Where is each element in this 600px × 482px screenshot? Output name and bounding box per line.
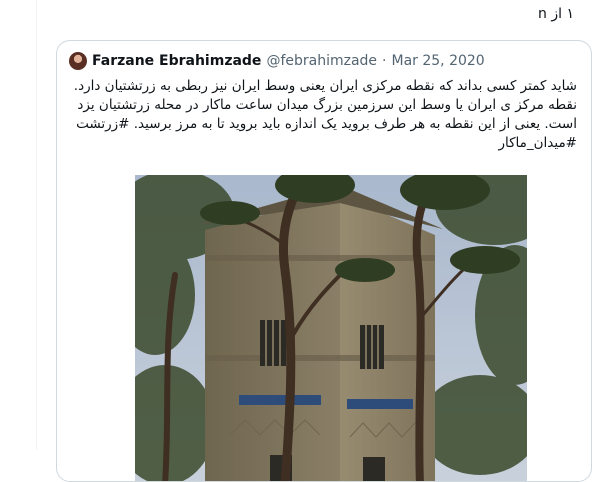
author-avatar[interactable] bbox=[69, 52, 87, 70]
timeline-divider bbox=[36, 0, 37, 450]
tweet-date[interactable]: Mar 25, 2020 bbox=[391, 53, 484, 69]
header-separator: · bbox=[382, 53, 387, 69]
quoted-tweet-header: Farzane Ebrahimzade @febrahimzade · Mar … bbox=[57, 41, 591, 71]
author-handle[interactable]: @febrahimzade bbox=[266, 53, 377, 69]
tweet-photo[interactable] bbox=[135, 175, 527, 481]
author-name[interactable]: Farzane Ebrahimzade bbox=[92, 53, 261, 69]
quoted-tweet-text: شاید کمتر کسی بداند که نقطه مرکزی ایران … bbox=[73, 78, 577, 151]
thread-counter: ۱ از n bbox=[538, 6, 574, 22]
clock-tower-image bbox=[135, 175, 527, 481]
quoted-tweet-card[interactable]: Farzane Ebrahimzade @febrahimzade · Mar … bbox=[56, 40, 592, 482]
